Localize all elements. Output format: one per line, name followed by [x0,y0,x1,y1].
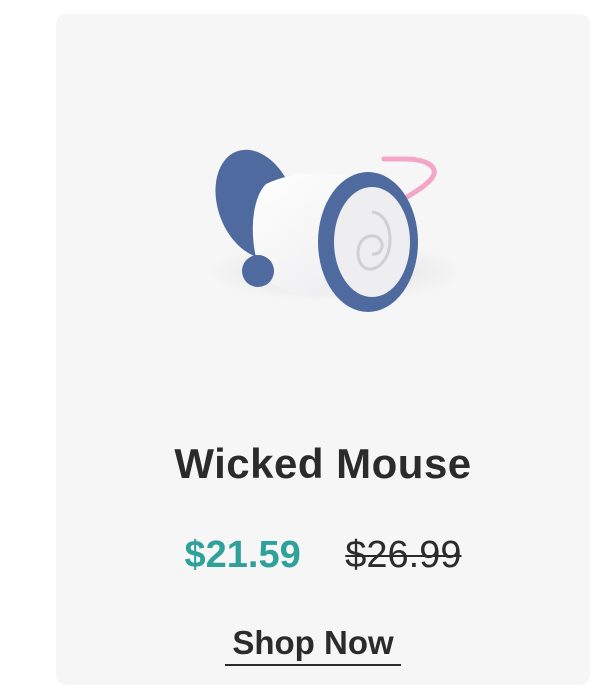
product-title: Wicked Mouse [174,440,472,487]
product-card[interactable]: Wicked Mouse $21.59 $26.99 Shop Now [56,14,590,685]
original-price: $26.99 [345,534,462,576]
product-image[interactable] [196,144,456,344]
sale-price: $21.59 [184,534,301,576]
price-row: $21.59 $26.99 [56,534,590,577]
shop-now-link[interactable]: Shop Now [225,624,401,666]
